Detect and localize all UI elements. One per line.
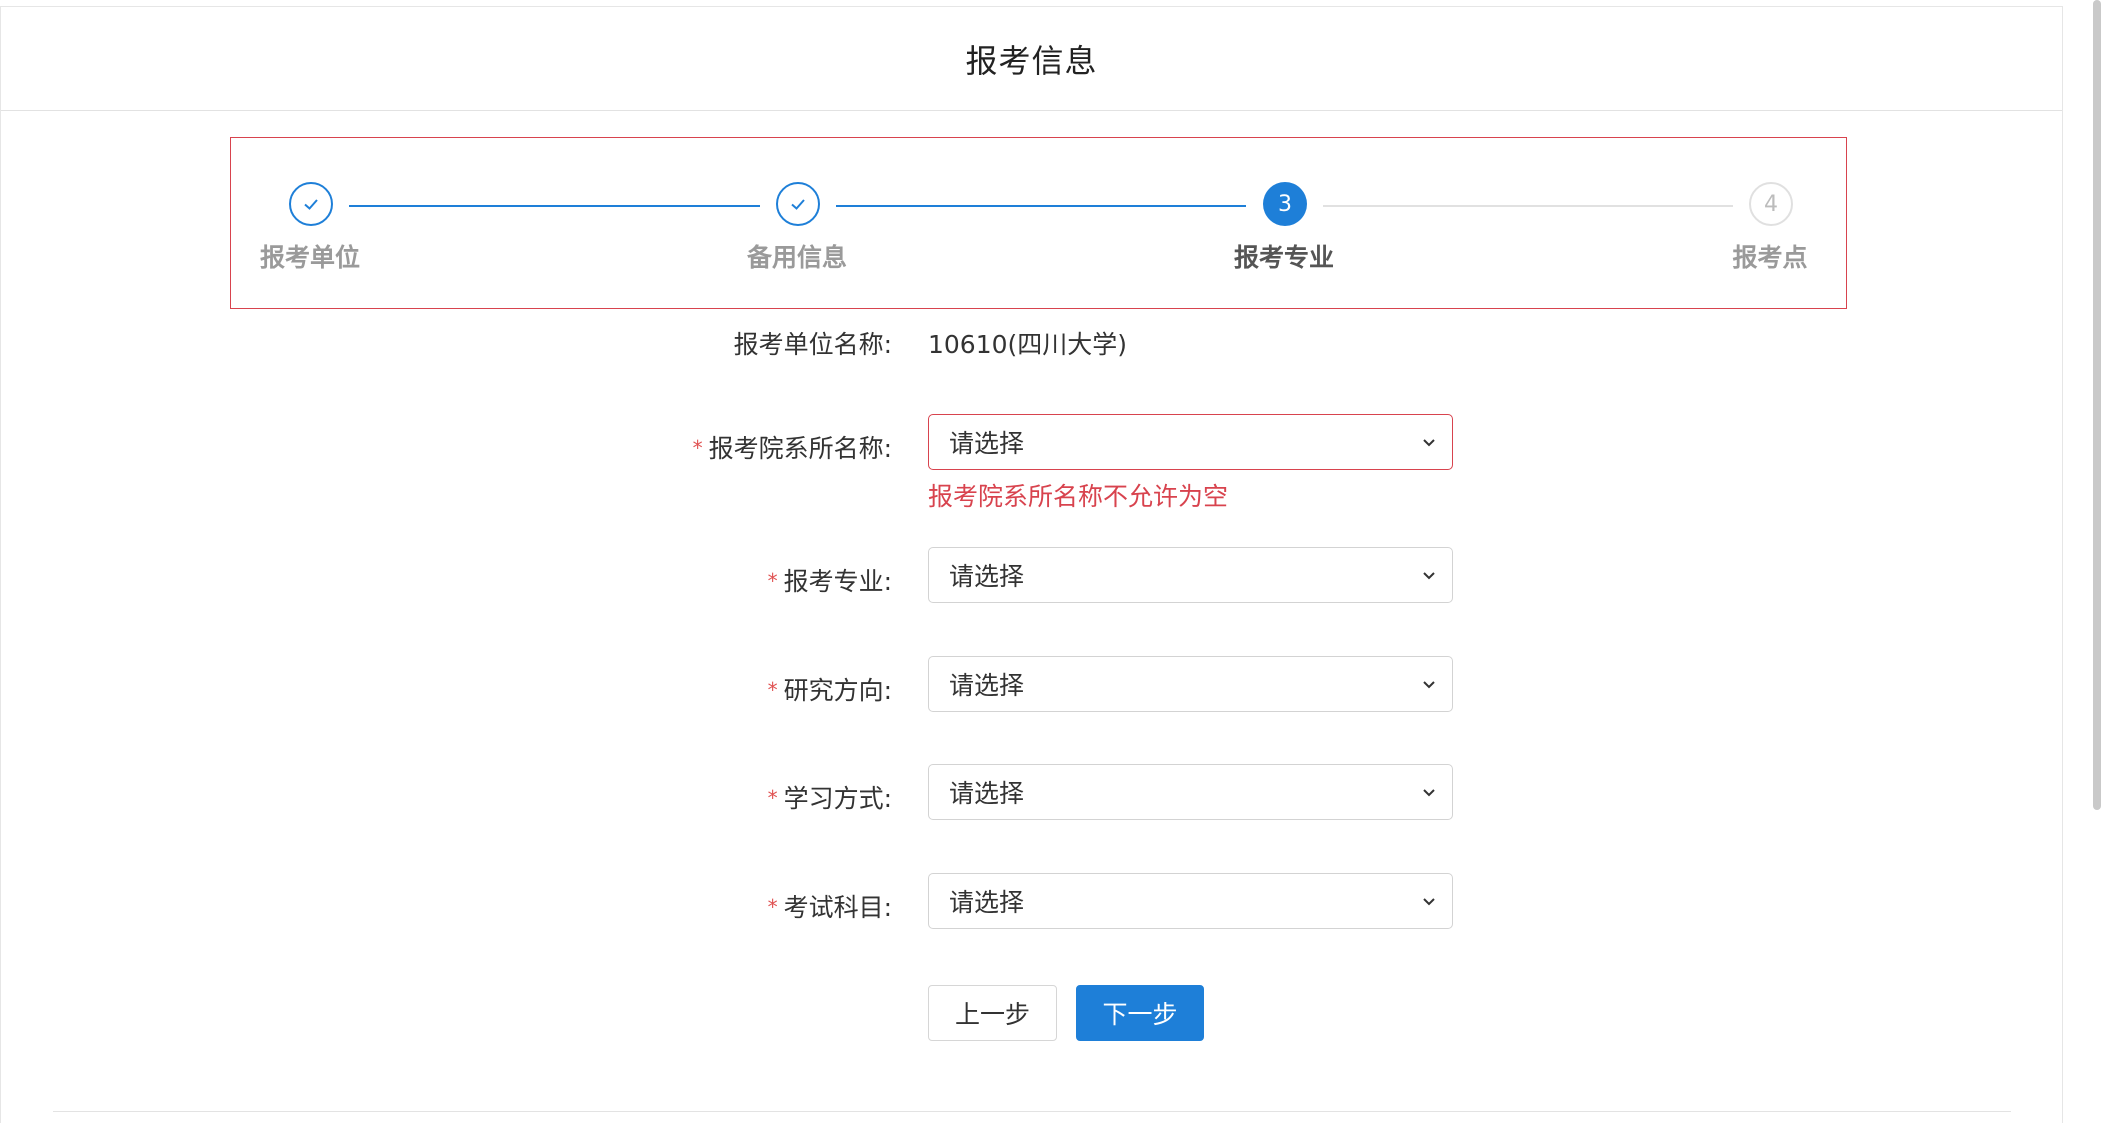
step-connector-1 [349, 205, 760, 207]
dept-error-message: 报考院系所名称不允许为空 [928, 482, 1229, 511]
chevron-down-icon [1423, 439, 1435, 447]
chevron-down-icon [1423, 789, 1435, 797]
step-3-label: 报考专业 [1233, 243, 1334, 272]
chevron-down-icon [1423, 898, 1435, 906]
required-mark: * [767, 786, 778, 810]
subject-select-value: 请选择 [949, 888, 1025, 917]
required-mark: * [692, 436, 703, 460]
dept-label: * 报考院系所名称: [693, 429, 892, 465]
subject-select[interactable]: 请选择 [928, 873, 1453, 929]
required-mark: * [767, 678, 778, 702]
unit-value: 10610(四川大学) [928, 330, 1128, 359]
study-label: * 学习方式: [768, 779, 892, 815]
step-4-label: 报考点 [1732, 243, 1808, 272]
step-2-label: 备用信息 [746, 243, 847, 272]
major-select-value: 请选择 [949, 562, 1025, 591]
steps-indicator: 3 4 报考单位 备用信息 报考专业 报考点 [230, 137, 1847, 309]
required-mark: * [767, 895, 778, 919]
subject-label-text: 考试科目: [783, 893, 892, 922]
page-title: 报考信息 [965, 41, 1098, 80]
step-3-circle: 3 [1263, 182, 1307, 226]
prev-step-button[interactable]: 上一步 [928, 985, 1057, 1041]
direction-select-value: 请选择 [949, 671, 1025, 700]
footer-divider [53, 1111, 2011, 1112]
direction-select[interactable]: 请选择 [928, 656, 1453, 712]
dept-label-text: 报考院系所名称: [708, 434, 892, 463]
check-icon [791, 199, 805, 210]
panel-header: 报考信息 [1, 7, 2062, 111]
step-1-label: 报考单位 [259, 243, 360, 272]
check-icon [304, 199, 318, 210]
required-mark: * [767, 569, 778, 593]
major-label: * 报考专业: [768, 562, 892, 598]
subject-label: * 考试科目: [768, 888, 892, 924]
major-label-text: 报考专业: [783, 567, 892, 596]
chevron-down-icon [1423, 572, 1435, 580]
step-connector-2 [836, 205, 1246, 207]
study-label-text: 学习方式: [783, 784, 892, 813]
direction-label: * 研究方向: [768, 671, 892, 707]
chevron-down-icon [1423, 681, 1435, 689]
step-4-circle: 4 [1749, 182, 1793, 226]
study-select-value: 请选择 [949, 779, 1025, 808]
scrollbar-thumb[interactable] [2093, 0, 2101, 810]
study-select[interactable]: 请选择 [928, 764, 1453, 820]
unit-label: 报考单位名称: [733, 330, 892, 359]
major-select[interactable]: 请选择 [928, 547, 1453, 603]
direction-label-text: 研究方向: [783, 676, 892, 705]
dept-select-value: 请选择 [949, 429, 1025, 458]
dept-select[interactable]: 请选择 [928, 414, 1453, 470]
step-connector-3 [1323, 205, 1733, 207]
step-1-circle [289, 182, 333, 226]
step-2-circle [776, 182, 820, 226]
next-step-button[interactable]: 下一步 [1076, 985, 1204, 1041]
